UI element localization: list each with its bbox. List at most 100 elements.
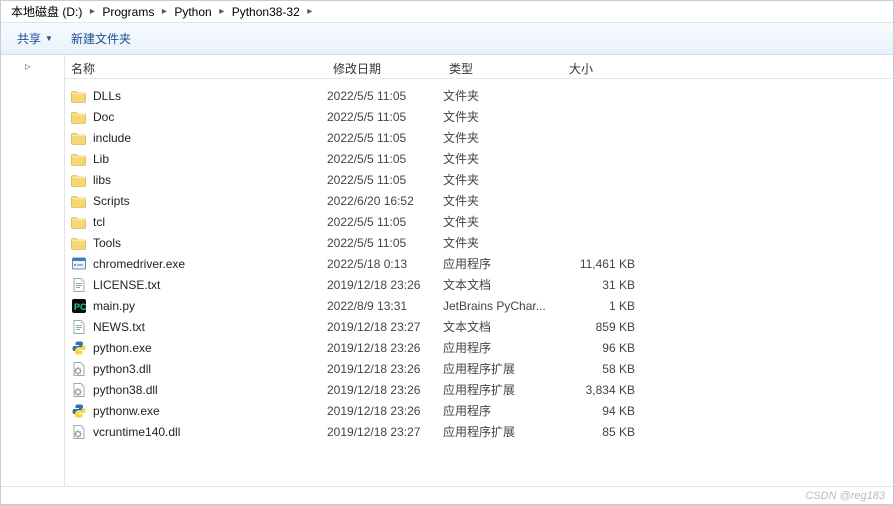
file-row[interactable]: python.exe 2019/12/18 23:26应用程序96 KB bbox=[65, 337, 893, 358]
tree-expand-icon[interactable]: ▹ bbox=[25, 59, 31, 73]
file-name-cell: pythonw.exe bbox=[65, 403, 327, 419]
main-area: ▹ 名称 修改日期 类型 大小 DLLs2022/5/5 11:05文件夹Doc… bbox=[1, 55, 893, 486]
nav-pane[interactable]: ▹ bbox=[1, 55, 65, 486]
file-name-cell: Tools bbox=[65, 235, 327, 251]
file-type-cell: 文件夹 bbox=[443, 87, 563, 104]
breadcrumb-label: 本地磁盘 (D:) bbox=[11, 3, 82, 20]
file-type-cell: 文件夹 bbox=[443, 150, 563, 167]
file-row[interactable]: NEWS.txt2019/12/18 23:27文本文档859 KB bbox=[65, 316, 893, 337]
file-name-label: chromedriver.exe bbox=[93, 257, 185, 271]
file-type-cell: JetBrains PyChar... bbox=[443, 299, 563, 313]
chevron-down-icon: ▼ bbox=[45, 34, 53, 43]
file-list[interactable]: DLLs2022/5/5 11:05文件夹Doc2022/5/5 11:05文件… bbox=[65, 79, 893, 486]
python-icon bbox=[71, 340, 87, 356]
file-date-cell: 2022/5/5 11:05 bbox=[327, 236, 443, 250]
folder-icon bbox=[71, 235, 87, 251]
folder-icon bbox=[71, 172, 87, 188]
column-headers: 名称 修改日期 类型 大小 bbox=[65, 55, 893, 79]
file-name-label: python38.dll bbox=[93, 383, 158, 397]
chevron-right-icon[interactable]: ▸ bbox=[86, 6, 98, 17]
file-size-cell: 85 KB bbox=[563, 425, 653, 439]
column-header-type[interactable]: 类型 bbox=[443, 59, 563, 78]
txt-icon bbox=[71, 277, 87, 293]
file-row[interactable]: pythonw.exe 2019/12/18 23:26应用程序94 KB bbox=[65, 400, 893, 421]
file-date-cell: 2019/12/18 23:26 bbox=[327, 341, 443, 355]
file-row[interactable]: PCmain.py2022/8/9 13:31JetBrains PyChar.… bbox=[65, 295, 893, 316]
share-label: 共享 bbox=[17, 30, 41, 47]
file-date-cell: 2022/5/5 11:05 bbox=[327, 215, 443, 229]
chevron-right-icon[interactable]: ▸ bbox=[158, 6, 170, 17]
file-name-label: Tools bbox=[93, 236, 121, 250]
file-row[interactable]: tcl2022/5/5 11:05文件夹 bbox=[65, 211, 893, 232]
file-type-cell: 应用程序 bbox=[443, 339, 563, 356]
breadcrumb-label: Python38-32 bbox=[232, 5, 300, 19]
file-type-cell: 文件夹 bbox=[443, 234, 563, 251]
file-list-panel: 名称 修改日期 类型 大小 DLLs2022/5/5 11:05文件夹Doc20… bbox=[65, 55, 893, 486]
file-type-cell: 应用程序 bbox=[443, 402, 563, 419]
breadcrumb: 本地磁盘 (D:) ▸ Programs ▸ Python ▸ Python38… bbox=[1, 1, 893, 23]
new-folder-button[interactable]: 新建文件夹 bbox=[69, 26, 133, 51]
file-row[interactable]: Scripts2022/6/20 16:52文件夹 bbox=[65, 190, 893, 211]
folder-icon bbox=[71, 88, 87, 104]
file-date-cell: 2022/5/5 11:05 bbox=[327, 152, 443, 166]
file-row[interactable]: include 2022/5/5 11:05文件夹 bbox=[65, 127, 893, 148]
file-name-label: pythonw.exe bbox=[93, 404, 160, 418]
file-row[interactable]: libs2022/5/5 11:05文件夹 bbox=[65, 169, 893, 190]
file-size-cell: 96 KB bbox=[563, 341, 653, 355]
file-row[interactable]: DLLs2022/5/5 11:05文件夹 bbox=[65, 85, 893, 106]
file-name-cell: python38.dll bbox=[65, 382, 327, 398]
footer bbox=[1, 486, 893, 504]
chevron-right-icon[interactable]: ▸ bbox=[304, 6, 316, 17]
file-name-cell: vcruntime140.dll bbox=[65, 424, 327, 440]
file-date-cell: 2019/12/18 23:26 bbox=[327, 404, 443, 418]
file-date-cell: 2019/12/18 23:27 bbox=[327, 320, 443, 334]
file-name-label: Lib bbox=[93, 152, 109, 166]
file-size-cell: 1 KB bbox=[563, 299, 653, 313]
file-row[interactable]: Lib 2022/5/5 11:05文件夹 bbox=[65, 148, 893, 169]
file-size-cell: 31 KB bbox=[563, 278, 653, 292]
file-date-cell: 2022/5/5 11:05 bbox=[327, 110, 443, 124]
file-size-cell: 859 KB bbox=[563, 320, 653, 334]
breadcrumb-item[interactable]: Python bbox=[170, 1, 215, 22]
folder-icon bbox=[71, 193, 87, 209]
file-type-cell: 应用程序扩展 bbox=[443, 360, 563, 377]
file-name-cell: chromedriver.exe bbox=[65, 256, 327, 272]
chevron-right-icon[interactable]: ▸ bbox=[216, 6, 228, 17]
file-type-cell: 文件夹 bbox=[443, 129, 563, 146]
file-type-cell: 文件夹 bbox=[443, 171, 563, 188]
file-type-cell: 文本文档 bbox=[443, 276, 563, 293]
file-size-cell: 3,834 KB bbox=[563, 383, 653, 397]
file-row[interactable]: vcruntime140.dll2019/12/18 23:27应用程序扩展85… bbox=[65, 421, 893, 442]
file-type-cell: 应用程序扩展 bbox=[443, 381, 563, 398]
exe-icon bbox=[71, 256, 87, 272]
file-row[interactable]: chromedriver.exe2022/5/18 0:13应用程序11,461… bbox=[65, 253, 893, 274]
file-row[interactable]: LICENSE.txt2019/12/18 23:26文本文档31 KB bbox=[65, 274, 893, 295]
file-name-cell: PCmain.py bbox=[65, 298, 327, 314]
breadcrumb-item[interactable]: Python38-32 bbox=[228, 1, 304, 22]
share-button[interactable]: 共享 ▼ bbox=[15, 26, 55, 51]
file-size-cell: 11,461 KB bbox=[563, 257, 653, 271]
file-row[interactable]: Doc2022/5/5 11:05文件夹 bbox=[65, 106, 893, 127]
file-name-label: NEWS.txt bbox=[93, 320, 145, 334]
py-icon: PC bbox=[71, 298, 87, 314]
file-date-cell: 2022/5/5 11:05 bbox=[327, 173, 443, 187]
file-name-label: python.exe bbox=[93, 341, 152, 355]
python-icon bbox=[71, 403, 87, 419]
column-header-size[interactable]: 大小 bbox=[563, 59, 653, 78]
column-header-date[interactable]: 修改日期 bbox=[327, 59, 443, 78]
breadcrumb-item[interactable]: Programs bbox=[98, 1, 158, 22]
folder-icon bbox=[71, 109, 87, 125]
file-size-cell: 94 KB bbox=[563, 404, 653, 418]
file-date-cell: 2022/5/5 11:05 bbox=[327, 131, 443, 145]
file-date-cell: 2022/8/9 13:31 bbox=[327, 299, 443, 313]
file-row[interactable]: python3.dll2019/12/18 23:26应用程序扩展58 KB bbox=[65, 358, 893, 379]
breadcrumb-item[interactable]: 本地磁盘 (D:) bbox=[7, 1, 86, 22]
file-row[interactable]: Tools 2022/5/5 11:05文件夹 bbox=[65, 232, 893, 253]
file-size-cell: 58 KB bbox=[563, 362, 653, 376]
file-name-label: tcl bbox=[93, 215, 105, 229]
file-row[interactable]: python38.dll2019/12/18 23:26应用程序扩展3,834 … bbox=[65, 379, 893, 400]
column-header-name[interactable]: 名称 bbox=[65, 59, 327, 78]
file-name-cell: tcl bbox=[65, 214, 327, 230]
file-name-label: include bbox=[93, 131, 131, 145]
file-date-cell: 2019/12/18 23:26 bbox=[327, 278, 443, 292]
